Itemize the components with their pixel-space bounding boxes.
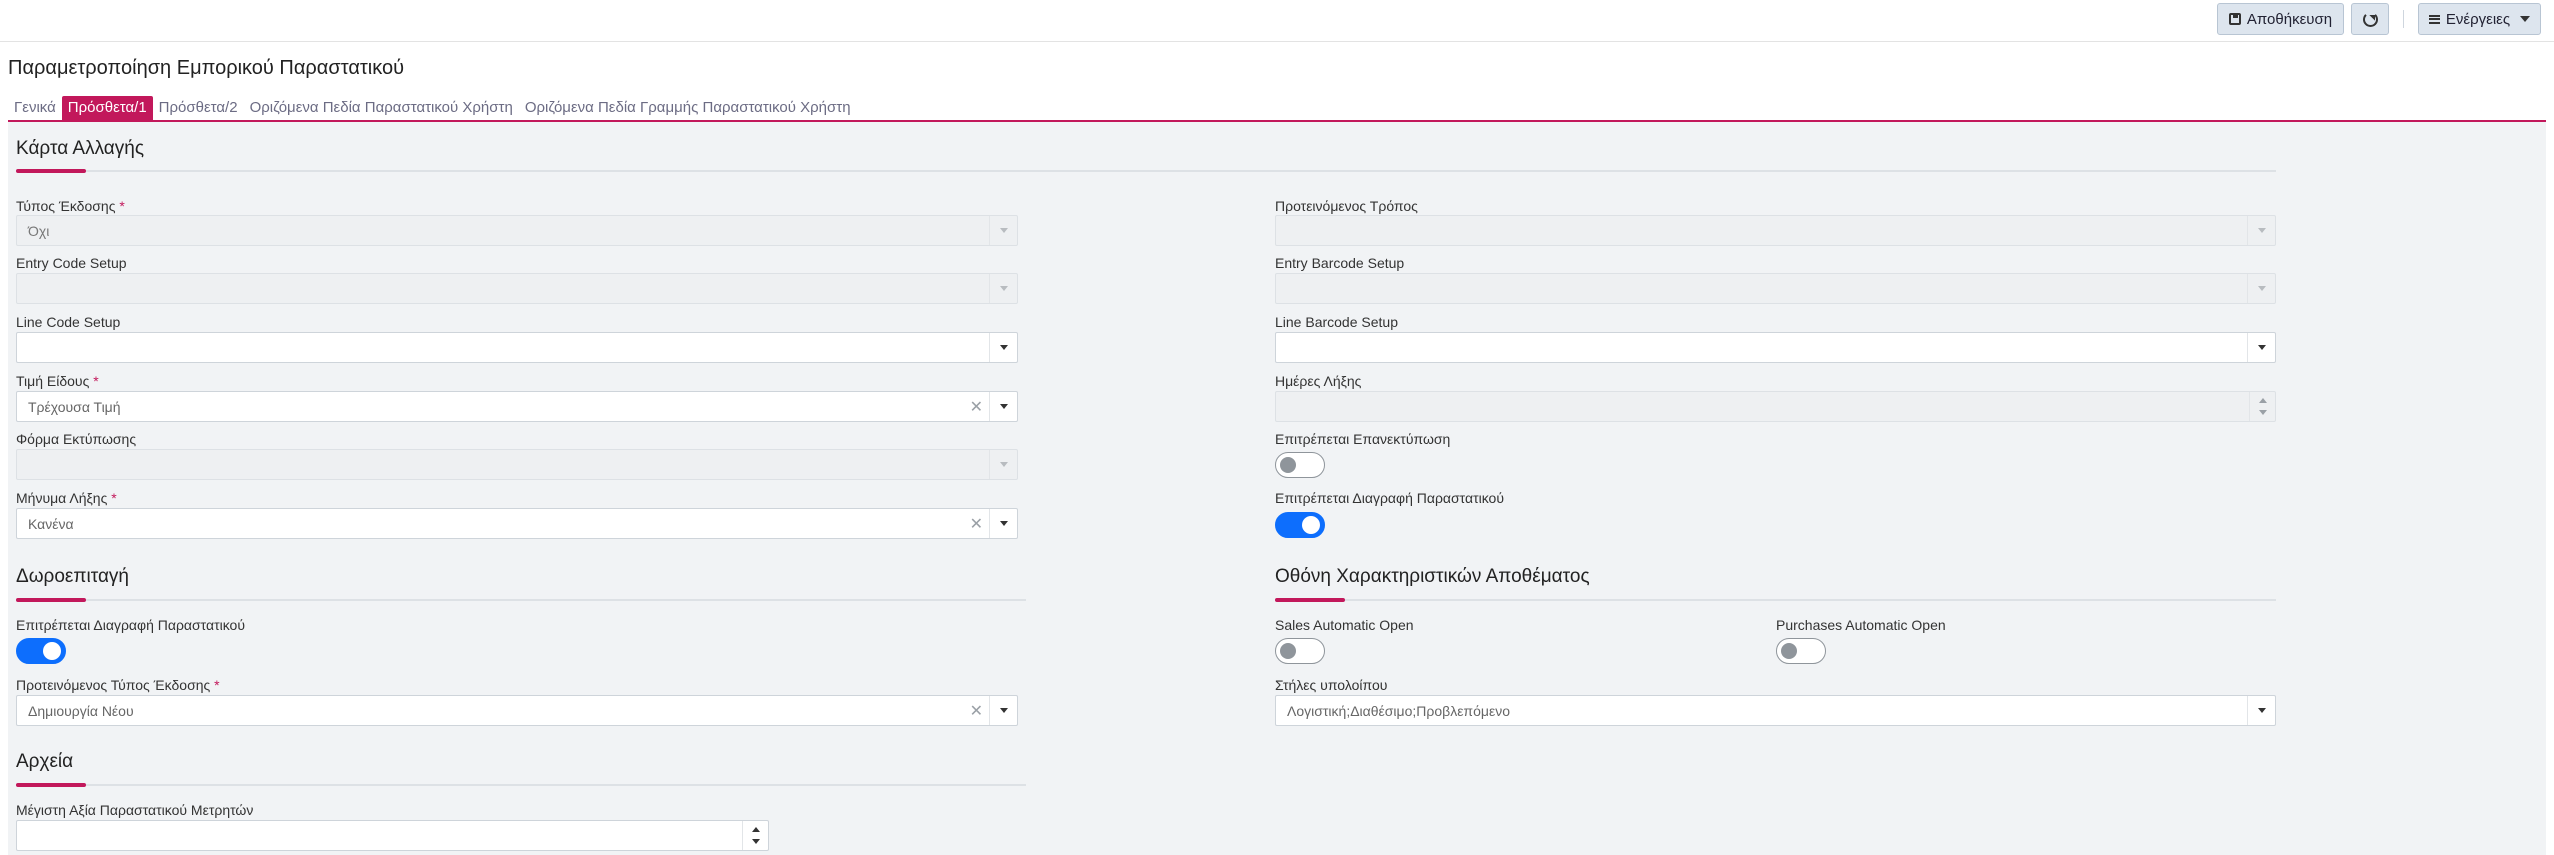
- section-accent: [16, 169, 86, 173]
- line-code-setup-label: Line Code Setup: [16, 314, 121, 330]
- entry-barcode-setup-label: Entry Barcode Setup: [1275, 255, 1405, 271]
- purchases-auto-open-toggle[interactable]: [1776, 638, 1826, 664]
- save-button[interactable]: Αποθήκευση: [2217, 3, 2344, 35]
- number-spinner[interactable]: [742, 821, 768, 850]
- line-barcode-setup-label: Line Barcode Setup: [1275, 314, 1398, 330]
- refresh-icon: [2362, 11, 2378, 27]
- allow-reprint-toggle[interactable]: [1275, 452, 1325, 478]
- suggested-method-label: Προτεινόμενος Τρόπος: [1275, 198, 1418, 214]
- actions-button-label: Ενέργειες: [2445, 10, 2511, 28]
- allow-delete-doc-label: Επιτρέπεται Διαγραφή Παραστατικού: [1275, 490, 1505, 506]
- dropdown-arrow-icon: [989, 696, 1017, 725]
- sales-auto-open-label: Sales Automatic Open: [1275, 617, 1414, 633]
- save-button-label: Αποθήκευση: [2246, 10, 2333, 28]
- item-price-select[interactable]: Τρέχουσα Τιμή ✕: [16, 391, 1018, 422]
- sales-auto-open-toggle[interactable]: [1275, 638, 1325, 664]
- entry-code-setup-select[interactable]: [16, 273, 1018, 304]
- dropdown-arrow-icon: [2247, 696, 2275, 725]
- expiry-days-label: Ημέρες Λήξης: [1275, 373, 1362, 389]
- line-code-setup-select[interactable]: [16, 332, 1018, 363]
- form-content: Κάρτα Αλλαγής Τύπος Έκδοσης * Όχι Entry …: [8, 122, 2546, 855]
- print-form-label: Φόρμα Εκτύπωσης: [16, 431, 137, 447]
- entry-barcode-setup-select[interactable]: [1275, 273, 2276, 304]
- balance-columns-label: Στήλες υπολοίπου: [1275, 677, 1388, 693]
- dropdown-arrow-icon: [989, 216, 1017, 245]
- tab-additional-1[interactable]: Πρόσθετα/1: [61, 96, 153, 120]
- section-divider: [16, 599, 1026, 601]
- tab-bar: Γενικά Πρόσθετα/1 Πρόσθετα/2 Οριζόμενα Π…: [8, 96, 857, 122]
- line-barcode-setup-select[interactable]: [1275, 332, 2276, 363]
- top-toolbar: Αποθήκευση Ενέργειες: [0, 0, 2554, 42]
- item-price-label: Τιμή Είδους *: [16, 373, 99, 389]
- max-counter-value-input[interactable]: [16, 820, 769, 851]
- section-title-card-change: Κάρτα Αλλαγής: [16, 138, 145, 159]
- suggested-method-select[interactable]: [1275, 215, 2276, 246]
- section-divider: [16, 784, 1026, 786]
- tab-additional-2[interactable]: Πρόσθετα/2: [153, 96, 244, 120]
- expiry-message-label: Μήνυμα Λήξης *: [16, 490, 117, 506]
- toolbar-divider: [2403, 10, 2404, 28]
- issue-type-label: Τύπος Έκδοσης *: [16, 198, 125, 214]
- section-divider: [1275, 599, 2276, 601]
- page-title: Παραμετροποίηση Εμπορικού Παραστατικού: [8, 57, 405, 79]
- tab-user-line-fields[interactable]: Οριζόμενα Πεδία Γραμμής Παραστατικού Χρή…: [519, 96, 857, 120]
- section-accent: [1275, 598, 1345, 602]
- expiry-message-select[interactable]: Κανένα ✕: [16, 508, 1018, 539]
- actions-dropdown-button[interactable]: Ενέργειες: [2418, 3, 2541, 35]
- tab-user-document-fields[interactable]: Οριζόμενα Πεδία Παραστατικού Χρήστη: [244, 96, 519, 120]
- section-title-gift-voucher: Δωροεπιταγή: [16, 566, 129, 587]
- dropdown-arrow-icon: [989, 392, 1017, 421]
- issue-type-select[interactable]: Όχι: [16, 215, 1018, 246]
- purchases-auto-open-label: Purchases Automatic Open: [1776, 617, 1946, 633]
- section-accent: [16, 598, 86, 602]
- dropdown-arrow-icon: [2247, 216, 2275, 245]
- section-divider: [16, 170, 2276, 172]
- balance-columns-select[interactable]: Λογιστική;Διαθέσιμο;Προβλεπόμενο: [1275, 695, 2276, 726]
- section-accent: [16, 783, 86, 787]
- dropdown-arrow-icon: [2247, 274, 2275, 303]
- dropdown-arrow-icon: [989, 274, 1017, 303]
- clear-icon[interactable]: ✕: [970, 514, 983, 534]
- dropdown-arrow-icon: [989, 509, 1017, 538]
- caret-down-icon: [2520, 16, 2531, 22]
- menu-icon: [2428, 14, 2440, 24]
- save-icon: [2228, 13, 2241, 25]
- entry-code-setup-label: Entry Code Setup: [16, 255, 127, 271]
- allow-delete-doc-toggle[interactable]: [1275, 512, 1325, 538]
- section-title-files: Αρχεία: [16, 751, 74, 772]
- gift-issue-type-select[interactable]: Δημιουργία Νέου ✕: [16, 695, 1018, 726]
- clear-icon[interactable]: ✕: [970, 397, 983, 417]
- expiry-days-input[interactable]: [1275, 391, 2276, 422]
- number-spinner[interactable]: [2249, 392, 2275, 421]
- dropdown-arrow-icon: [2247, 333, 2275, 362]
- section-title-stock-screen: Οθόνη Χαρακτηριστικών Αποθέματος: [1275, 566, 1590, 587]
- dropdown-arrow-icon: [989, 333, 1017, 362]
- gift-allow-delete-label: Επιτρέπεται Διαγραφή Παραστατικού: [16, 617, 246, 633]
- clear-icon[interactable]: ✕: [970, 701, 983, 721]
- print-form-select[interactable]: [16, 449, 1018, 480]
- allow-reprint-label: Επιτρέπεται Επανεκτύπωση: [1275, 431, 1451, 447]
- max-counter-value-label: Μέγιστη Αξία Παραστατικού Μετρητών: [16, 802, 254, 818]
- refresh-button[interactable]: [2351, 3, 2389, 35]
- tab-general[interactable]: Γενικά: [8, 96, 62, 120]
- gift-issue-type-label: Προτεινόμενος Τύπος Έκδοσης *: [16, 677, 220, 693]
- dropdown-arrow-icon: [989, 450, 1017, 479]
- gift-allow-delete-toggle[interactable]: [16, 638, 66, 664]
